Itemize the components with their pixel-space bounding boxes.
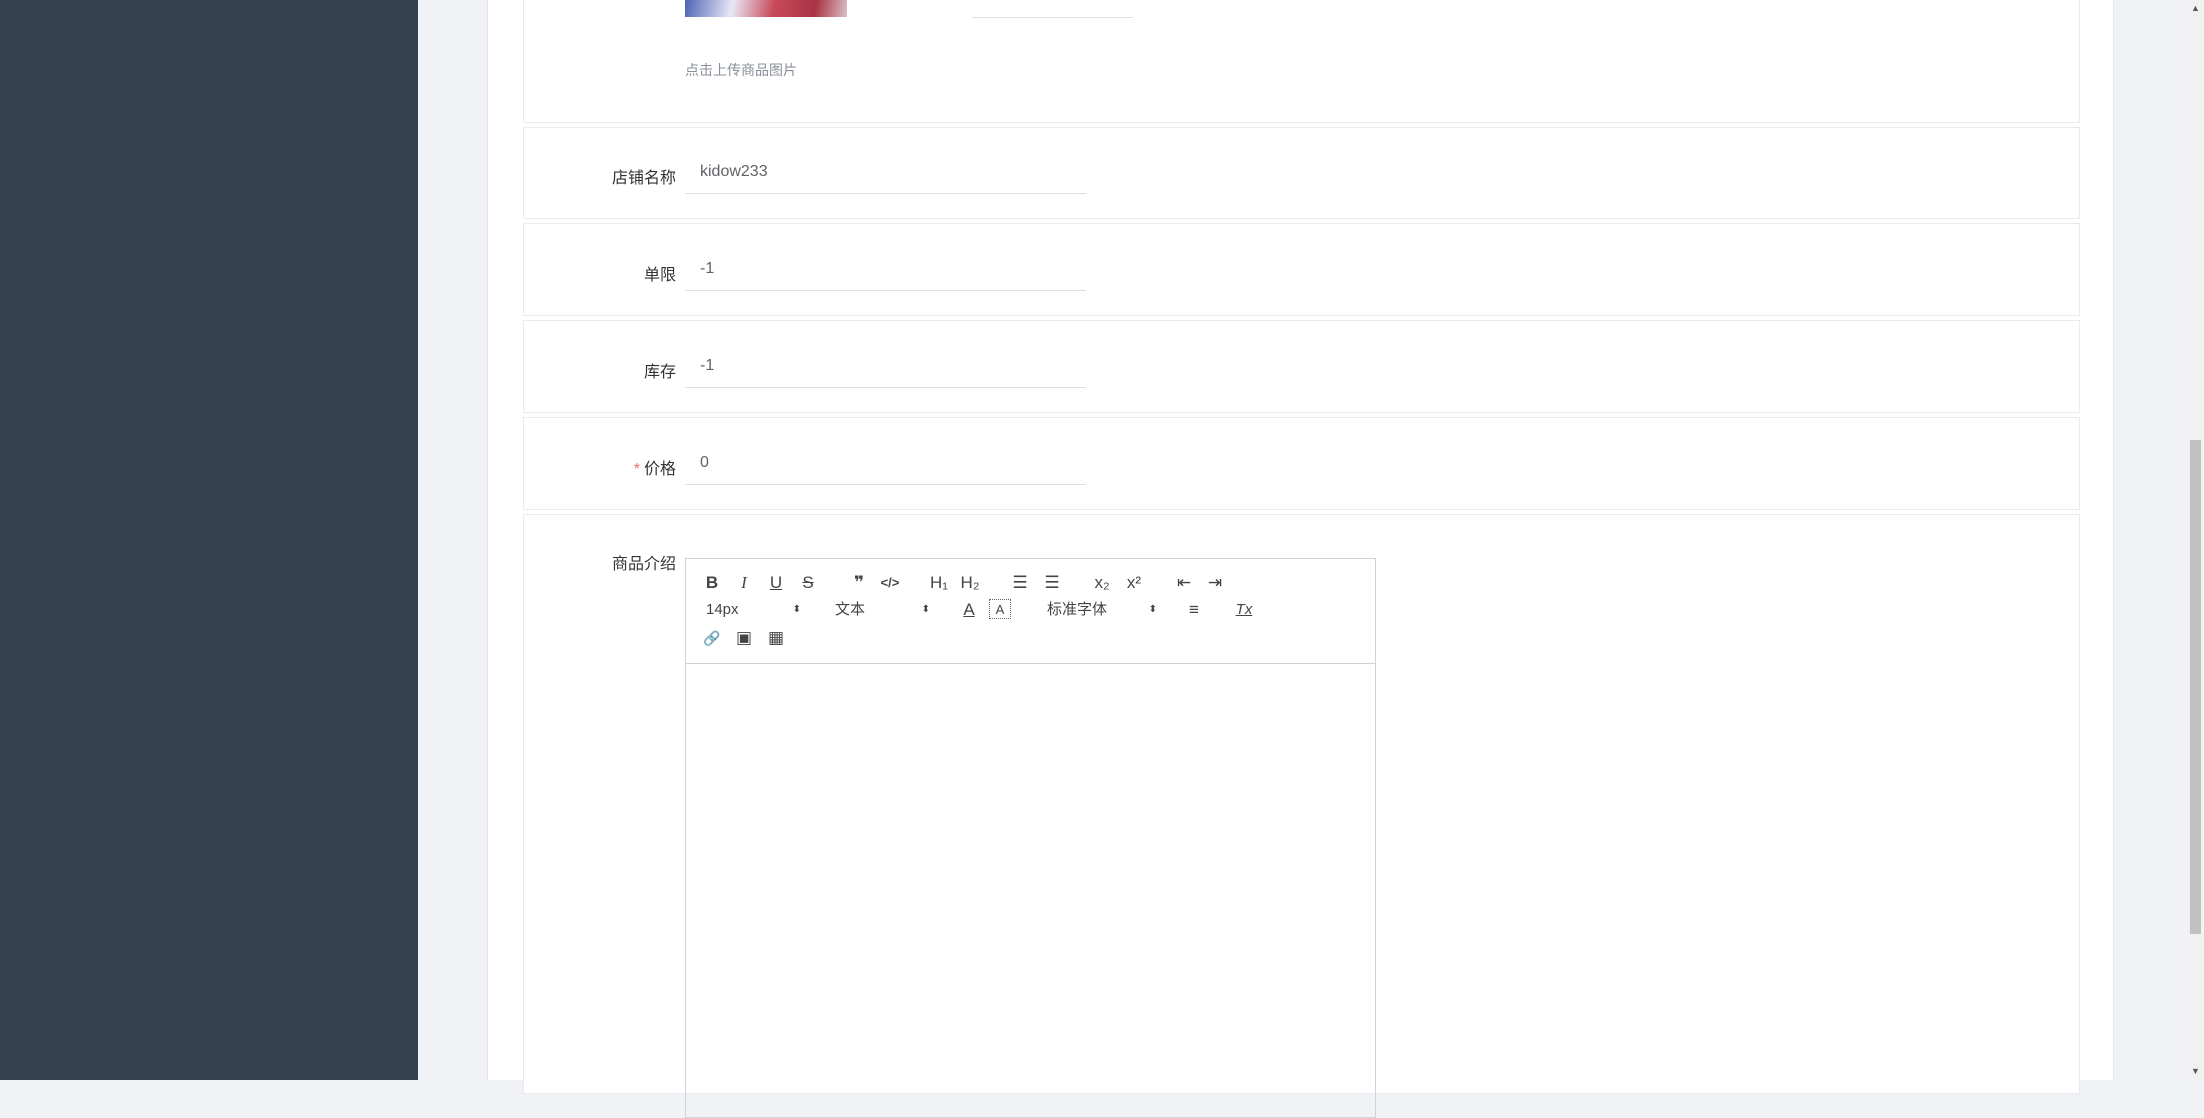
select-arrow-icon: ⬍ [1148, 604, 1157, 615]
form-row-image-upload: 点击上传商品图片 [523, 0, 2080, 123]
header-select[interactable]: 文本 ⬍ [835, 599, 930, 621]
stock-label: 库存 [643, 364, 676, 381]
italic-icon[interactable]: I [733, 572, 755, 594]
image-field-underline [972, 0, 1133, 18]
limit-label: 单限 [643, 267, 676, 284]
shop-name-input[interactable]: kidow233 [685, 150, 1086, 194]
font-size-select[interactable]: 14px ⬍ [706, 599, 801, 621]
strikethrough-icon[interactable]: S [797, 572, 819, 594]
image-icon[interactable]: ▣ [733, 627, 755, 649]
bullet-list-icon[interactable]: ☰ [1041, 572, 1063, 594]
form-row-limit: 单限 -1 [523, 223, 2080, 316]
blockquote-icon[interactable]: ❞ [848, 572, 870, 594]
select-arrow-icon: ⬍ [792, 604, 801, 615]
rich-text-editor: B I U S ❞ </> H₁ H₂ ☰ ☰ x₂ x² ⇤ ⇥ 14px ⬍ [685, 558, 1376, 1118]
editor-content-area[interactable] [686, 664, 1375, 1118]
clear-format-icon[interactable]: Tx [1232, 599, 1256, 621]
price-input[interactable]: 0 [685, 441, 1086, 485]
limit-input[interactable]: -1 [685, 247, 1086, 291]
scroll-up-icon[interactable]: ▲ [2187, 0, 2204, 17]
page-scrollbar[interactable]: ▲ ▼ [2187, 0, 2204, 1080]
outdent-icon[interactable]: ⇤ [1173, 572, 1195, 594]
required-mark: * [633, 461, 640, 478]
text-color-icon[interactable]: A [958, 599, 980, 621]
code-block-icon[interactable]: </> [878, 572, 902, 594]
form-row-intro: 商品介绍 B I U S ❞ </> H₁ H₂ ☰ ☰ x₂ x² ⇤ ⇥ 1… [523, 514, 2080, 1118]
scroll-down-icon[interactable]: ▼ [2187, 1063, 2204, 1080]
font-size-value: 14px [706, 601, 739, 618]
price-label-text: 价格 [643, 461, 676, 478]
main-content: 点击上传商品图片 店铺名称 kidow233 单限 -1 库存 -1 * 价格 0… [418, 0, 2187, 1118]
price-label: * 价格 [524, 455, 676, 479]
header-1-icon[interactable]: H₁ [926, 572, 952, 594]
underline-icon[interactable]: U [765, 572, 787, 594]
superscript-icon[interactable]: x² [1122, 572, 1146, 594]
subscript-icon[interactable]: x₂ [1090, 572, 1114, 594]
header-select-value: 文本 [835, 601, 866, 618]
form-row-price: * 价格 0 [523, 417, 2080, 510]
select-arrow-icon: ⬍ [921, 604, 930, 615]
stock-input[interactable]: -1 [685, 344, 1086, 388]
video-icon[interactable]: ▦ [765, 627, 787, 649]
font-family-value: 标准字体 [1047, 601, 1108, 618]
intro-label: 商品介绍 [611, 556, 676, 573]
indent-icon[interactable]: ⇥ [1204, 572, 1226, 594]
bold-icon[interactable]: B [701, 572, 723, 594]
align-icon[interactable]: ≡ [1183, 599, 1205, 621]
header-2-icon[interactable]: H₂ [957, 572, 983, 594]
product-image-thumbnail[interactable] [685, 0, 847, 17]
form-row-stock: 库存 -1 [523, 320, 2080, 413]
upload-hint[interactable]: 点击上传商品图片 [685, 60, 797, 80]
form-row-shop-name: 店铺名称 kidow233 [523, 127, 2080, 219]
sidebar [0, 0, 418, 1080]
font-family-select[interactable]: 标准字体 ⬍ [1047, 599, 1157, 621]
ordered-list-icon[interactable]: ☰ [1009, 572, 1031, 594]
form-panel: 点击上传商品图片 店铺名称 kidow233 单限 -1 库存 -1 * 价格 0… [487, 0, 2114, 1118]
background-color-icon[interactable]: A [989, 599, 1011, 619]
link-icon[interactable]: 🔗 [701, 627, 723, 649]
editor-toolbar: B I U S ❞ </> H₁ H₂ ☰ ☰ x₂ x² ⇤ ⇥ 14px ⬍ [686, 559, 1375, 664]
scrollbar-thumb[interactable] [2190, 440, 2201, 934]
shop-name-label: 店铺名称 [611, 170, 676, 187]
